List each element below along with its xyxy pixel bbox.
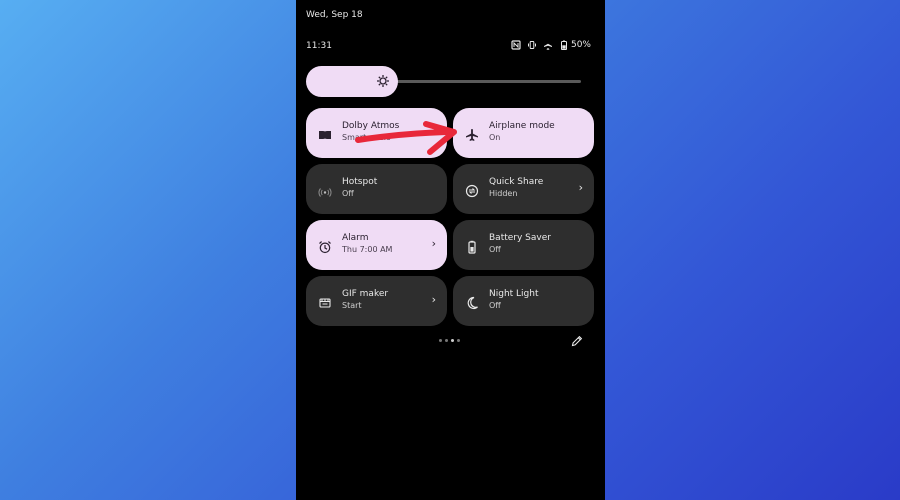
brightness-icon xyxy=(377,75,389,87)
tile-hotspot[interactable]: Hotspot Off xyxy=(306,164,447,214)
page-dot[interactable] xyxy=(445,339,448,342)
tile-title: GIF maker xyxy=(342,289,389,299)
status-time: 11:31 xyxy=(306,41,332,51)
battery-icon xyxy=(560,40,567,50)
tile-title: Hotspot xyxy=(342,177,378,187)
tile-subtitle: On xyxy=(489,133,501,142)
tile-subtitle: Smart audio xyxy=(342,133,391,142)
tile-gif-maker[interactable]: GIF maker Start › xyxy=(306,276,447,326)
chevron-right-icon: › xyxy=(578,181,583,194)
tile-dolby-atmos[interactable]: Dolby Atmos Smart audio xyxy=(306,108,447,158)
nfc-icon xyxy=(511,40,521,50)
status-date: Wed, Sep 18 xyxy=(306,10,363,20)
vibrate-icon xyxy=(527,41,536,49)
night-light-icon xyxy=(465,295,479,310)
tile-subtitle: Off xyxy=(489,245,501,254)
tile-subtitle: Off xyxy=(342,189,354,198)
tile-night-light[interactable]: Night Light Off xyxy=(453,276,594,326)
tile-quick-share[interactable]: Quick Share Hidden › xyxy=(453,164,594,214)
tile-title: Alarm xyxy=(342,233,369,243)
tile-title: Battery Saver xyxy=(489,233,551,243)
brightness-slider[interactable] xyxy=(306,66,581,97)
quick-share-icon xyxy=(465,183,479,198)
chevron-right-icon: › xyxy=(431,237,436,250)
status-icons: 50% xyxy=(511,40,591,50)
tile-subtitle: Hidden xyxy=(489,189,518,198)
tile-title: Dolby Atmos xyxy=(342,121,400,131)
page-dot[interactable] xyxy=(457,339,460,342)
airplane-status-icon xyxy=(543,40,552,50)
airplane-icon xyxy=(465,127,479,141)
tile-subtitle: Off xyxy=(489,301,501,310)
tile-title: Quick Share xyxy=(489,177,544,187)
page-dot[interactable] xyxy=(439,339,442,342)
tile-title: Night Light xyxy=(489,289,539,299)
battery-percent: 50% xyxy=(570,40,591,50)
tile-airplane-mode[interactable]: Airplane mode On xyxy=(453,108,594,158)
gif-icon xyxy=(318,295,332,309)
chevron-right-icon: › xyxy=(431,293,436,306)
quick-settings-panel: Wed, Sep 18 11:31 50% Dolby Atmos Smart … xyxy=(296,0,605,500)
tile-title: Airplane mode xyxy=(489,121,555,131)
brightness-track[interactable] xyxy=(396,80,581,83)
tile-battery-saver[interactable]: Battery Saver Off xyxy=(453,220,594,270)
hotspot-icon xyxy=(318,183,332,197)
page-indicator[interactable] xyxy=(439,339,460,342)
tile-subtitle: Start xyxy=(342,301,362,310)
battery-indicator: 50% xyxy=(559,40,591,50)
tile-alarm[interactable]: Alarm Thu 7:00 AM › xyxy=(306,220,447,270)
page-dot-active[interactable] xyxy=(451,339,454,342)
edit-pencil-icon[interactable] xyxy=(571,335,583,347)
tile-subtitle: Thu 7:00 AM xyxy=(342,245,393,254)
battery-saver-icon xyxy=(465,239,479,254)
dolby-icon xyxy=(318,127,332,141)
alarm-icon xyxy=(318,239,332,254)
